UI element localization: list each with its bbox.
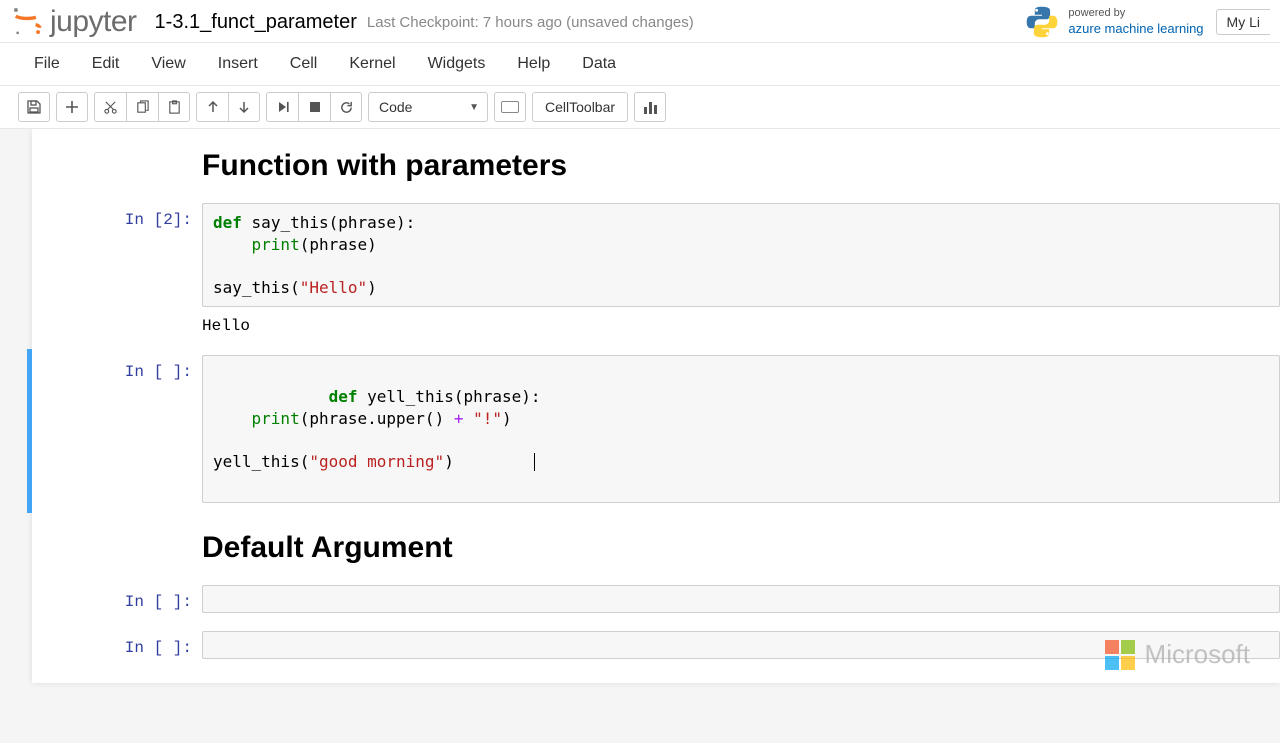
menu-help[interactable]: Help — [501, 47, 566, 81]
plus-icon — [65, 100, 79, 114]
heading-function-with-parameters: Function with parameters — [202, 149, 1280, 183]
prompt-in-empty-3: In [ ]: — [32, 631, 202, 657]
arrow-up-icon — [206, 100, 220, 114]
output-cell-1: Hello — [202, 311, 1280, 345]
menu-file[interactable]: File — [18, 47, 76, 81]
menu-edit[interactable]: Edit — [76, 47, 136, 81]
save-icon — [26, 99, 42, 115]
menu-data[interactable]: Data — [566, 47, 632, 81]
stop-icon — [309, 101, 321, 113]
code-cell-2[interactable]: def yell_this(phrase): print(phrase.uppe… — [202, 355, 1280, 503]
powered-small: powered by — [1068, 7, 1125, 19]
powered-brand: azure machine learning — [1068, 21, 1203, 36]
refresh-icon — [339, 100, 354, 115]
menu-kernel[interactable]: Kernel — [333, 47, 411, 81]
step-forward-icon — [276, 100, 290, 114]
scissors-icon — [103, 100, 118, 115]
paste-button[interactable] — [158, 92, 190, 122]
powered-by: powered by azure machine learning — [1024, 4, 1203, 40]
notebook-title[interactable]: 1-3.1_funct_parameter — [155, 11, 357, 34]
microsoft-watermark: Microsoft — [1105, 639, 1250, 670]
prompt-in-empty-2: In [ ]: — [32, 585, 202, 611]
interrupt-button[interactable] — [298, 92, 330, 122]
logo-text: jupyter — [50, 5, 137, 39]
chart-icon — [644, 100, 657, 114]
add-cell-button[interactable] — [56, 92, 88, 122]
jupyter-icon — [10, 4, 44, 38]
heading-default-argument: Default Argument — [202, 531, 1280, 565]
keyboard-icon — [501, 101, 519, 113]
copy-icon — [135, 100, 150, 115]
cell-type-select[interactable]: Code — [368, 92, 488, 122]
checkpoint-text: Last Checkpoint: 7 hours ago (unsaved ch… — [367, 14, 694, 31]
restart-button[interactable] — [330, 92, 362, 122]
text-cursor — [534, 453, 535, 471]
run-button[interactable] — [266, 92, 298, 122]
jupyter-logo[interactable]: jupyter — [10, 5, 137, 39]
move-down-button[interactable] — [228, 92, 260, 122]
cut-button[interactable] — [94, 92, 126, 122]
menu-insert[interactable]: Insert — [202, 47, 274, 81]
toolbar: Code CellToolbar — [0, 86, 1280, 129]
menu-view[interactable]: View — [135, 47, 201, 81]
cell-type-value: Code — [379, 99, 412, 115]
microsoft-icon — [1105, 640, 1135, 670]
code-cell-3[interactable] — [202, 585, 1280, 613]
paste-icon — [167, 100, 182, 115]
prompt-in-2: In [2]: — [32, 203, 202, 229]
my-library-button[interactable]: My Li — [1216, 9, 1270, 35]
menubar: File Edit View Insert Cell Kernel Widget… — [0, 43, 1280, 86]
menu-widgets[interactable]: Widgets — [412, 47, 502, 81]
python-icon — [1024, 4, 1060, 40]
save-button[interactable] — [18, 92, 50, 122]
code-cell-1[interactable]: def say_this(phrase): print(phrase) say_… — [202, 203, 1280, 307]
cell-toolbar-button[interactable]: CellToolbar — [532, 92, 628, 122]
copy-button[interactable] — [126, 92, 158, 122]
command-palette-button[interactable] — [494, 92, 526, 122]
arrow-down-icon — [237, 100, 251, 114]
microsoft-text: Microsoft — [1145, 639, 1250, 670]
menu-cell[interactable]: Cell — [274, 47, 334, 81]
prompt-in-empty-1: In [ ]: — [32, 355, 202, 381]
chart-button[interactable] — [634, 92, 666, 122]
move-up-button[interactable] — [196, 92, 228, 122]
